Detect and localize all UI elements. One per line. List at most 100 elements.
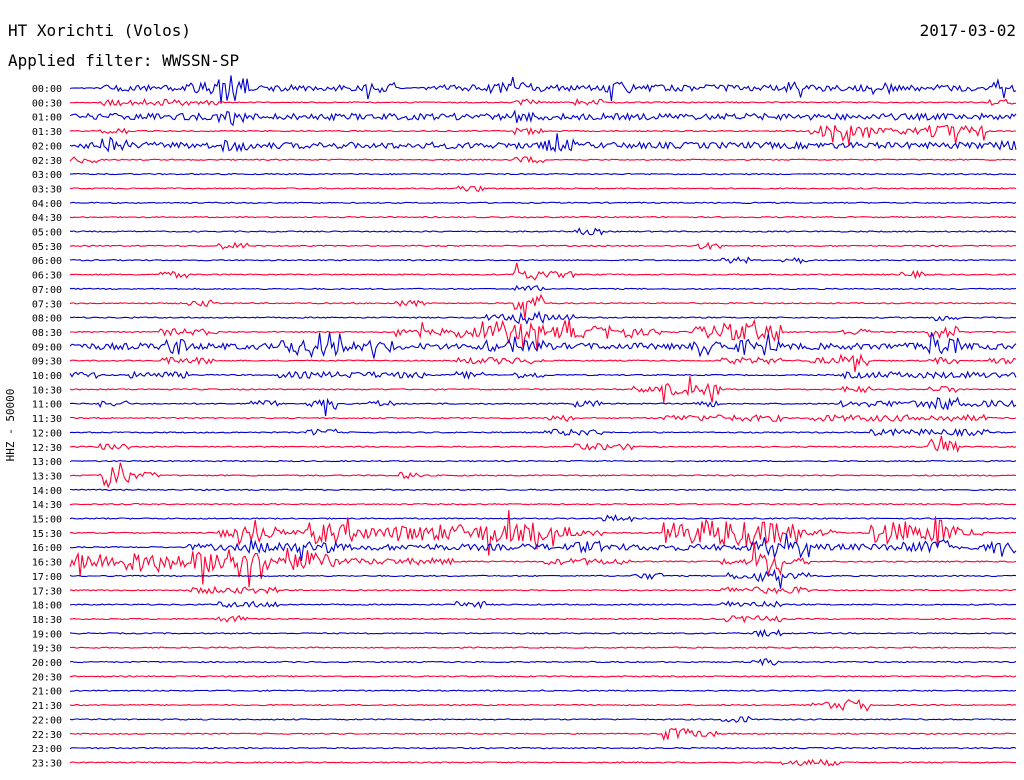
time-label: 15:00	[32, 515, 62, 526]
time-label: 16:00	[32, 543, 62, 554]
trace-1300	[69, 459, 1017, 463]
time-label: 10:00	[32, 371, 62, 382]
time-label: 17:00	[32, 572, 62, 583]
time-label: 04:00	[32, 199, 62, 210]
trace-1900	[69, 628, 1017, 638]
time-label: 23:30	[32, 758, 62, 769]
trace-0430	[69, 215, 1017, 219]
trace-0700	[69, 284, 1017, 292]
time-label: 06:00	[32, 256, 62, 267]
trace-0730	[69, 293, 1017, 319]
filter-label: Applied filter: WWSSN-SP	[8, 51, 239, 70]
time-label: 13:00	[32, 457, 62, 468]
trace-0200	[69, 133, 1017, 154]
trace-0100	[69, 109, 1017, 127]
time-label: 13:30	[32, 471, 62, 482]
trace-0330	[69, 185, 1017, 193]
time-label: 08:30	[32, 328, 62, 339]
trace-group	[69, 75, 1017, 767]
trace-2200	[69, 715, 1017, 723]
station-title: HT Xorichti (Volos)	[8, 21, 191, 40]
time-label: 17:30	[32, 586, 62, 597]
trace-0400	[69, 201, 1017, 205]
trace-2300	[69, 746, 1017, 750]
time-label: 05:00	[32, 228, 62, 239]
time-label: 02:00	[32, 141, 62, 152]
time-label: 08:00	[32, 314, 62, 325]
trace-1930	[69, 646, 1017, 649]
trace-1000	[69, 370, 1017, 380]
trace-0000	[69, 75, 1017, 104]
trace-1830	[69, 614, 1017, 624]
trace-2000	[69, 658, 1017, 667]
time-label: 07:30	[32, 299, 62, 310]
time-label: 11:30	[32, 414, 62, 425]
time-label: 18:30	[32, 615, 62, 626]
trace-1630	[69, 542, 1017, 588]
time-label: 06:30	[32, 271, 62, 282]
time-label: 22:00	[32, 715, 62, 726]
time-label-group: 00:00 00:30 01:00 01:30 02:00 02:30 03:00 03:30…	[32, 84, 62, 769]
time-label: 00:30	[32, 98, 62, 109]
trace-1200	[69, 428, 1017, 438]
trace-0930	[69, 353, 1017, 372]
time-label: 09:30	[32, 357, 62, 368]
trace-0800	[69, 310, 1017, 325]
time-label: 05:30	[32, 242, 62, 253]
time-label: 18:00	[32, 601, 62, 612]
trace-1230	[69, 435, 1017, 454]
time-label: 20:30	[32, 672, 62, 683]
trace-1030	[69, 376, 1017, 403]
time-label: 07:00	[32, 285, 62, 296]
time-label: 00:00	[32, 84, 62, 95]
trace-0130	[69, 124, 1016, 145]
trace-0600	[69, 256, 1017, 265]
trace-1130	[70, 413, 1017, 423]
trace-0900	[69, 332, 1017, 359]
trace-1730	[69, 585, 1016, 595]
time-label: 14:30	[32, 500, 62, 511]
trace-2330	[69, 758, 1017, 767]
record-date: 2017-03-02	[920, 21, 1016, 40]
trace-0500	[69, 227, 1017, 236]
time-label: 19:00	[32, 629, 62, 640]
time-label: 15:30	[32, 529, 62, 540]
y-axis-label: HHZ - 50000	[4, 389, 17, 462]
trace-0530	[69, 241, 1017, 251]
time-label: 01:00	[32, 113, 62, 124]
time-label: 21:30	[32, 701, 62, 712]
trace-2230	[69, 727, 1017, 742]
time-label: 10:30	[32, 385, 62, 396]
time-label: 12:00	[32, 428, 62, 439]
time-label: 04:30	[32, 213, 62, 224]
time-label: 01:30	[32, 127, 62, 138]
time-label: 12:30	[32, 443, 62, 454]
time-label: 19:30	[32, 644, 62, 655]
time-label: 22:30	[32, 730, 62, 741]
trace-2030	[69, 675, 1017, 678]
trace-2130	[69, 698, 1017, 712]
trace-1500	[69, 513, 1017, 523]
trace-1530	[69, 509, 1017, 556]
trace-0230	[69, 155, 1017, 164]
trace-2100	[70, 689, 1017, 692]
trace-0300	[69, 172, 1017, 176]
time-label: 21:00	[32, 687, 62, 698]
time-label: 23:00	[32, 744, 62, 755]
trace-1700	[69, 568, 1017, 589]
time-label: 16:30	[32, 558, 62, 569]
time-label: 20:00	[32, 658, 62, 669]
trace-1330	[69, 462, 1017, 489]
trace-0630	[69, 262, 1017, 281]
time-label: 02:30	[32, 156, 62, 167]
time-label: 09:00	[32, 342, 62, 353]
trace-1800	[69, 600, 1017, 610]
trace-0030	[69, 97, 1017, 107]
seismogram-chart: HT Xorichti (Volos) 2017-03-02 Applied f…	[4, 21, 1017, 769]
trace-1100	[69, 396, 1017, 417]
time-label: 11:00	[32, 400, 62, 411]
time-label: 14:00	[32, 486, 62, 497]
trace-1430	[69, 502, 1017, 506]
time-label: 03:30	[32, 184, 62, 195]
time-label: 03:00	[32, 170, 62, 181]
